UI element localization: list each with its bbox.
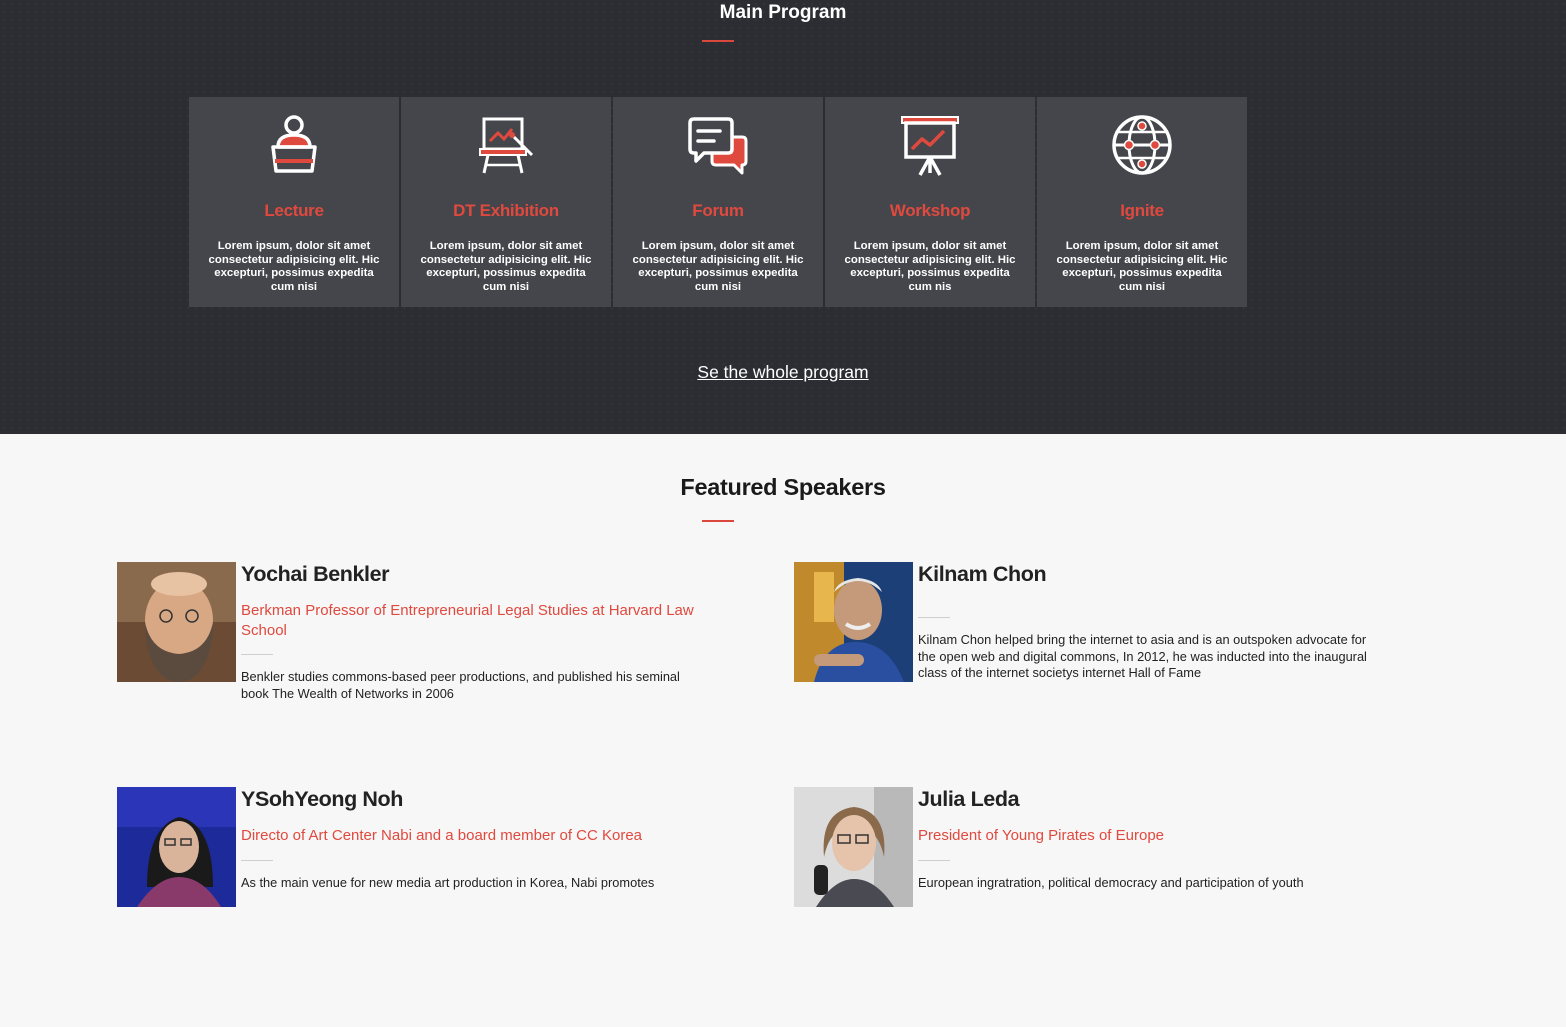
program-card-ignite[interactable]: Ignite Lorem ipsum, dolor sit amet conse… <box>1037 97 1247 307</box>
speaker-divider <box>241 654 273 655</box>
program-card-forum[interactable]: Forum Lorem ipsum, dolor sit amet consec… <box>613 97 823 307</box>
title-divider <box>702 520 734 522</box>
speaker-role: Directo of Art Center Nabi and a board m… <box>241 827 643 844</box>
card-text: Lorem ipsum, dolor sit amet consectetur … <box>844 240 1016 294</box>
chat-bubbles-icon <box>688 117 748 175</box>
speaker-card[interactable]: Kilnam Chon Kilnam Chon helped bring the… <box>794 562 1434 802</box>
program-cards: Lecture Lorem ipsum, dolor sit amet cons… <box>189 97 1247 307</box>
card-text: Lorem ipsum, dolor sit amet consectetur … <box>208 240 380 294</box>
main-program-section: Main Program Lecture Lorem ipsum, dolor … <box>0 0 1566 434</box>
section-title: Featured Speakers <box>680 474 886 500</box>
globe-network-icon <box>1112 115 1172 175</box>
section-title: Main Program <box>719 2 847 23</box>
card-title: Forum <box>692 201 744 220</box>
see-whole-program-link[interactable]: Se the whole program <box>697 362 868 382</box>
lecture-icon <box>271 115 317 173</box>
easel-icon <box>479 117 534 174</box>
speaker-name: YSohYeong Noh <box>241 787 404 811</box>
speaker-card[interactable]: Yochai Benkler Berkman Professor of Entr… <box>117 562 757 802</box>
card-title: Ignite <box>1120 201 1164 220</box>
speaker-bio: European ingratration, political democra… <box>918 875 1304 890</box>
card-text: Lorem ipsum, dolor sit amet consectetur … <box>1056 240 1228 294</box>
speaker-name: Kilnam Chon <box>918 562 1047 586</box>
program-card-dt-exhibition[interactable]: DT Exhibition Lorem ipsum, dolor sit ame… <box>401 97 611 307</box>
card-title: Workshop <box>889 201 971 220</box>
card-text: Lorem ipsum, dolor sit amet consectetur … <box>632 240 804 294</box>
speaker-divider <box>918 860 950 861</box>
card-text: Lorem ipsum, dolor sit amet consectetur … <box>420 240 592 294</box>
program-card-lecture[interactable]: Lecture Lorem ipsum, dolor sit amet cons… <box>189 97 399 307</box>
card-title: DT Exhibition <box>453 201 559 220</box>
speaker-bio: Benkler studies commons-based peer produ… <box>241 669 680 701</box>
speaker-name: Yochai Benkler <box>241 562 390 586</box>
presentation-chart-icon <box>901 116 959 176</box>
program-card-workshop[interactable]: Workshop Lorem ipsum, dolor sit amet con… <box>825 97 1035 307</box>
speaker-role: President of Young Pirates of Europe <box>918 827 1165 844</box>
speaker-bio: As the main venue for new media art prod… <box>241 875 655 890</box>
speaker-card[interactable]: Julia Leda President of Young Pirates of… <box>794 787 1434 1027</box>
card-title: Lecture <box>264 201 324 220</box>
speaker-role: Berkman Professor of Entrepreneurial Leg… <box>241 602 694 639</box>
speaker-name: Julia Leda <box>918 787 1020 811</box>
program-link-wrap: Se the whole program <box>0 362 1566 383</box>
speaker-divider <box>918 617 950 618</box>
speaker-photo <box>794 562 913 682</box>
speaker-card[interactable]: YSohYeong Noh Directo of Art Center Nabi… <box>117 787 757 1027</box>
speaker-photo <box>117 787 236 907</box>
speaker-photo <box>117 562 236 682</box>
speaker-bio: Kilnam Chon helped bring the internet to… <box>918 632 1367 680</box>
speaker-photo <box>794 787 913 907</box>
title-divider <box>702 40 734 42</box>
speaker-divider <box>241 860 273 861</box>
